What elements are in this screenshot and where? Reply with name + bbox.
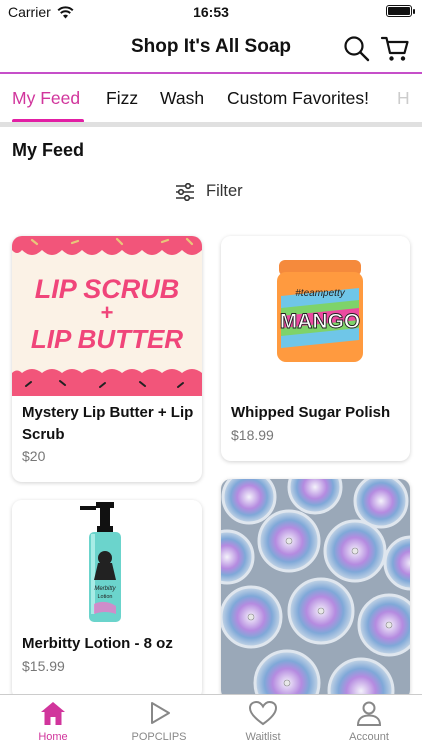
product-price: $20 <box>22 448 46 464</box>
bottle-brand-text: Merbitty <box>94 586 116 592</box>
product-card-soap-jars[interactable] <box>221 479 410 700</box>
play-icon <box>151 702 170 724</box>
product-price: $18.99 <box>231 427 274 443</box>
filter-label: Filter <box>206 182 243 200</box>
nav-waitlist-label: Waitlist <box>245 731 281 743</box>
status-bar: Carrier 16:53 <box>0 0 422 24</box>
bottle-type-text: Lotion <box>98 594 113 600</box>
home-icon <box>41 702 65 725</box>
filter-button[interactable]: Filter <box>174 182 243 201</box>
tab-wash[interactable]: Wash <box>160 88 204 109</box>
product-card-whipped-sugar-polish[interactable]: #teampetty MANGO Whipped Sugar Polish $1… <box>221 236 410 461</box>
nav-popclips-label: POPCLIPS <box>131 731 187 743</box>
tab-divider <box>0 122 422 127</box>
nav-home[interactable]: Home <box>0 699 106 743</box>
product-image: LIP SCRUB + LIP BUTTER <box>12 236 202 396</box>
filter-sliders-icon <box>176 182 194 201</box>
tab-overflow[interactable]: H <box>397 88 410 109</box>
jar-brand-text: #teampetty <box>295 288 345 299</box>
person-icon <box>356 701 382 726</box>
product-card-merbitty-lotion[interactable]: Merbitty Lotion Merbitty Lotion - 8 oz $… <box>12 500 202 700</box>
product-card-mystery-lip[interactable]: LIP SCRUB + LIP BUTTER Mystery Lip Butte… <box>12 236 202 482</box>
tab-my-feed[interactable]: My Feed <box>12 88 80 109</box>
tab-custom-favorites[interactable]: Custom Favorites! <box>227 88 369 109</box>
nav-waitlist[interactable]: Waitlist <box>210 699 316 743</box>
nav-account[interactable]: Account <box>316 699 422 743</box>
bottom-nav: Home POPCLIPS Waitlist Account <box>0 694 422 750</box>
cart-icon[interactable] <box>380 34 410 64</box>
battery-icon <box>386 5 415 17</box>
product-title: Mystery Lip Butter + Lip Scrub <box>22 404 194 443</box>
heart-icon <box>248 700 278 726</box>
product-price: $15.99 <box>22 658 65 674</box>
search-icon[interactable] <box>342 34 372 64</box>
banner-plus: + <box>101 300 114 325</box>
nav-home-label: Home <box>38 731 68 743</box>
jar-label-text: MANGO <box>280 310 361 333</box>
product-image <box>221 479 410 700</box>
product-title: Whipped Sugar Polish <box>231 404 391 421</box>
banner-line-2: LIP BUTTER <box>31 324 183 354</box>
app-header: Shop It's All Soap <box>0 24 422 72</box>
nav-account-label: Account <box>349 731 389 743</box>
status-time: 16:53 <box>193 4 229 20</box>
tab-fizz[interactable]: Fizz <box>106 88 138 109</box>
product-image: #teampetty MANGO <box>221 236 410 396</box>
section-title: My Feed <box>12 140 85 160</box>
category-tabs: My Feed Fizz Wash Custom Favorites! H <box>0 72 422 127</box>
nav-popclips[interactable]: POPCLIPS <box>106 699 212 743</box>
product-image: Merbitty Lotion <box>12 500 202 625</box>
product-title: Merbitty Lotion - 8 oz <box>22 635 173 652</box>
